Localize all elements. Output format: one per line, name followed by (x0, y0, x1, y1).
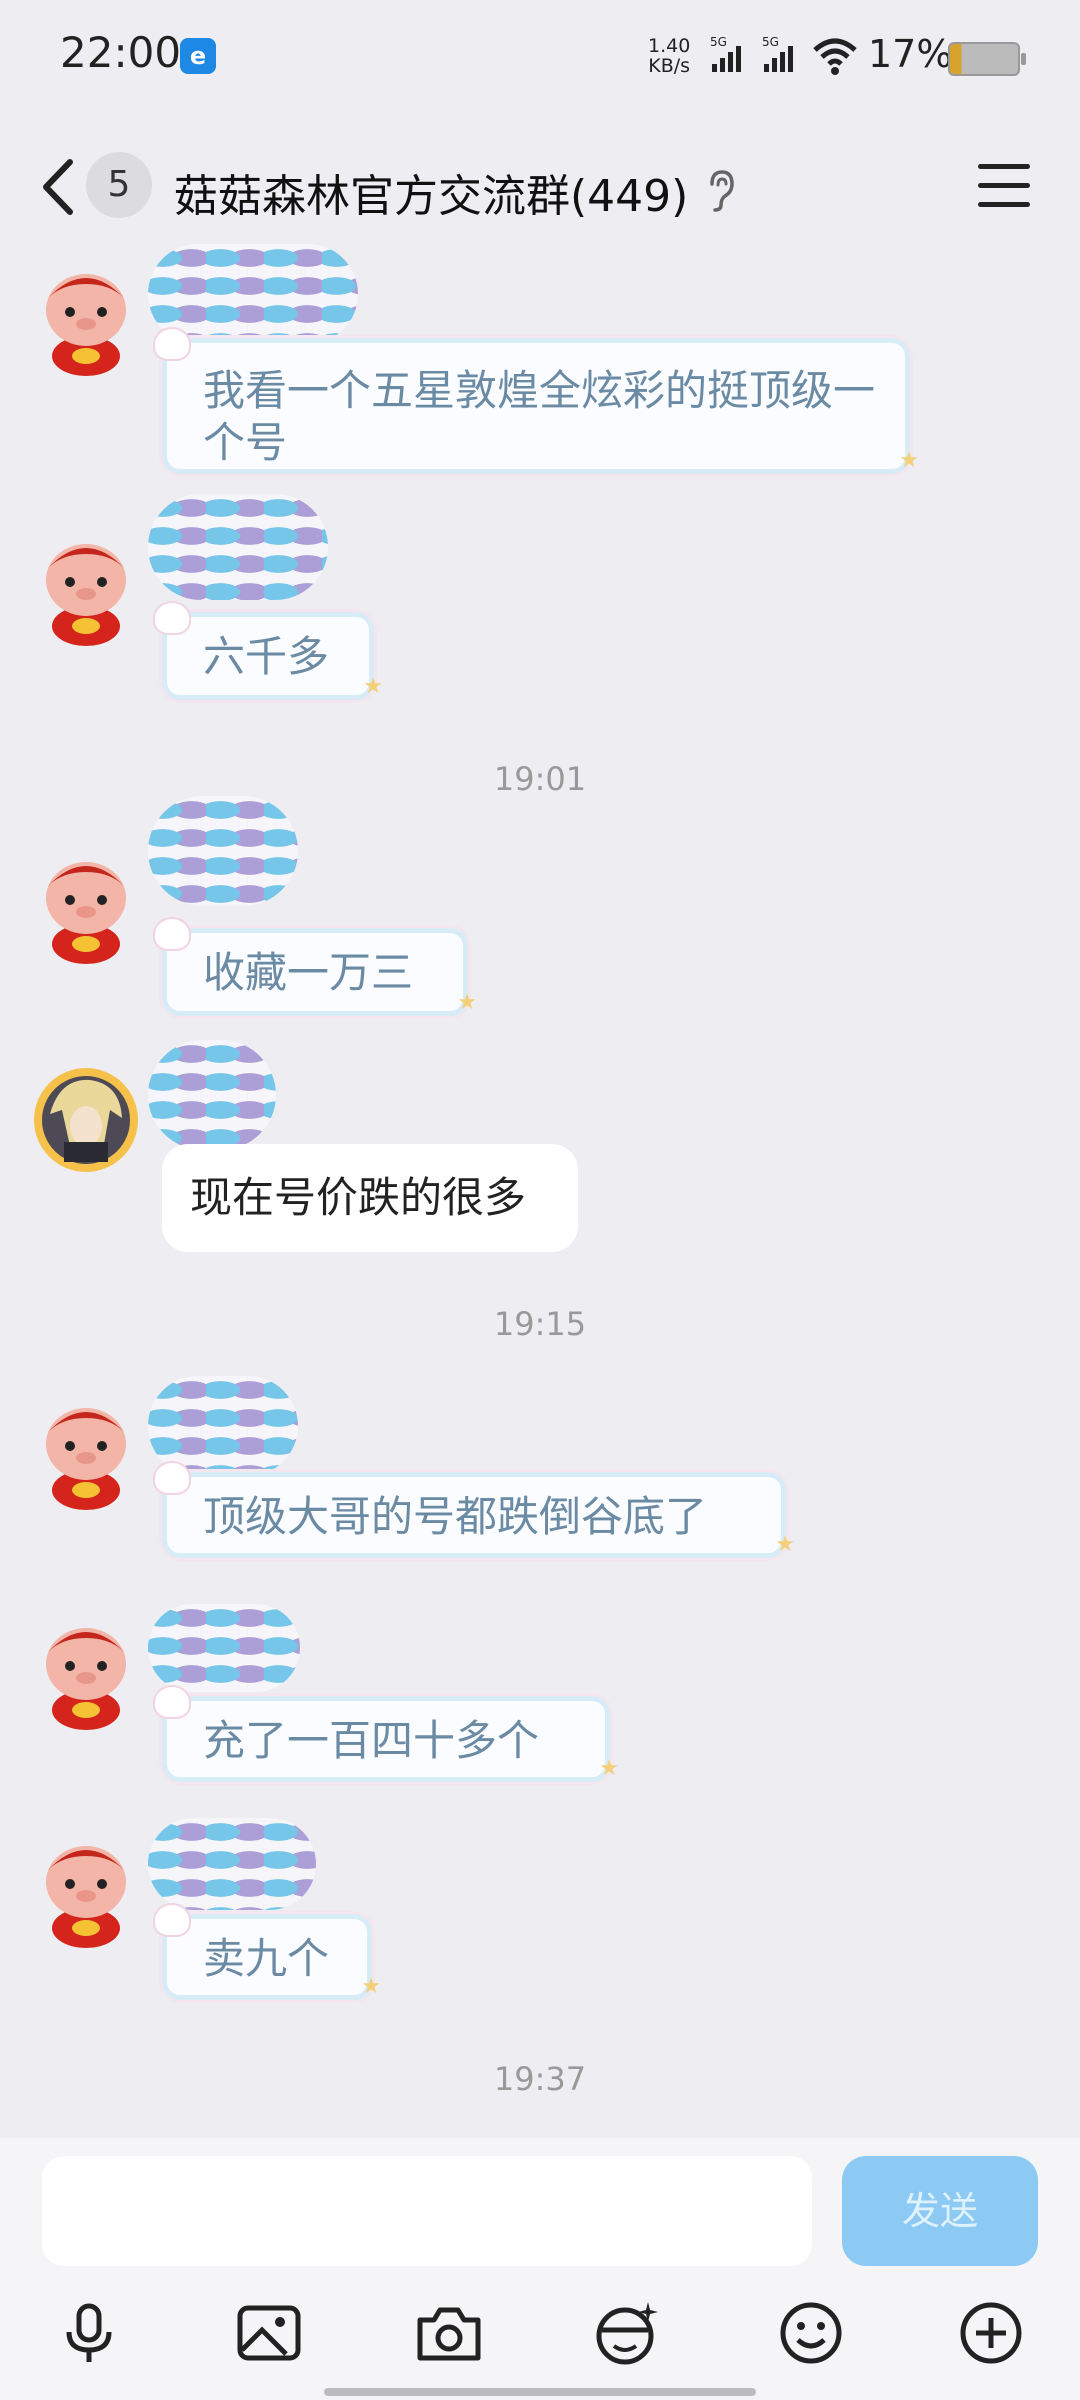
avatar[interactable] (30, 1398, 142, 1510)
ear-icon[interactable] (704, 168, 738, 212)
image-icon[interactable] (234, 2298, 304, 2368)
avatar[interactable] (30, 852, 142, 964)
chat-title[interactable]: 菇菇森林官方交流群(449) (174, 160, 688, 224)
unread-count-badge[interactable]: 5 (86, 152, 152, 218)
message-bubble[interactable]: 顶级大哥的号都跌倒谷底了 (153, 1461, 795, 1571)
avatar[interactable] (30, 264, 142, 376)
app-notification-icon: e (180, 38, 216, 74)
bubble-decoration-pattern (148, 494, 328, 600)
signal-icon-2: 5G (762, 36, 793, 72)
chevron-left-icon[interactable] (34, 152, 94, 222)
svg-text:5G: 5G (710, 36, 727, 49)
timestamp: 19:01 (493, 760, 587, 798)
plus-icon[interactable] (956, 2298, 1026, 2368)
avatar[interactable] (30, 534, 142, 646)
battery-icon (948, 42, 1026, 76)
avatar-user-2[interactable] (30, 1064, 142, 1176)
battery-percent: 17% (868, 32, 953, 76)
message-input[interactable] (42, 2156, 812, 2266)
microphone-icon[interactable] (54, 2298, 124, 2368)
hamburger-menu-icon[interactable] (978, 164, 1030, 210)
status-bar: 22:00 e 1.40 KB/s 5G 5G 17% (0, 0, 1080, 110)
message-bubble[interactable]: 现在号价跌的很多 (162, 1144, 578, 1252)
network-speed-value: 1.40 (648, 35, 691, 57)
message-bubble[interactable]: 我看一个五星敦煌全炫彩的挺顶级一个号 (153, 327, 919, 487)
bubble-decoration-pattern (148, 1604, 300, 1692)
signal-icon: 5G (710, 36, 741, 72)
bubble-decoration-pattern (148, 1040, 276, 1150)
camera-icon[interactable] (414, 2298, 484, 2368)
message-bubble[interactable]: 收藏一万三 (153, 917, 477, 1029)
send-button[interactable]: 发送 (842, 2156, 1038, 2266)
message-bubble[interactable]: 卖九个 (153, 1903, 381, 2013)
wifi-icon (813, 38, 857, 75)
avatar[interactable] (30, 1836, 142, 1948)
avatar[interactable] (30, 1618, 142, 1730)
clock: 22:00 (60, 28, 182, 77)
timestamp: 19:37 (493, 2060, 587, 2098)
bubble-decoration-pattern (148, 1818, 316, 1910)
input-bar: 发送 (0, 2138, 1080, 2400)
sticker-icon[interactable] (592, 2298, 662, 2368)
bubble-decoration-pattern (148, 796, 298, 906)
emoji-icon[interactable] (776, 2298, 846, 2368)
timestamp: 19:15 (493, 1305, 587, 1343)
svg-text:5G: 5G (762, 36, 779, 49)
message-bubble[interactable]: 六千多 (153, 601, 383, 713)
home-indicator[interactable] (324, 2388, 756, 2396)
message-bubble[interactable]: 充了一百四十多个 (153, 1685, 619, 1795)
chat-header: 5 菇菇森林官方交流群(449) (0, 130, 1080, 250)
network-speed: 1.40 KB/s (648, 36, 690, 76)
network-speed-unit: KB/s (648, 55, 691, 77)
